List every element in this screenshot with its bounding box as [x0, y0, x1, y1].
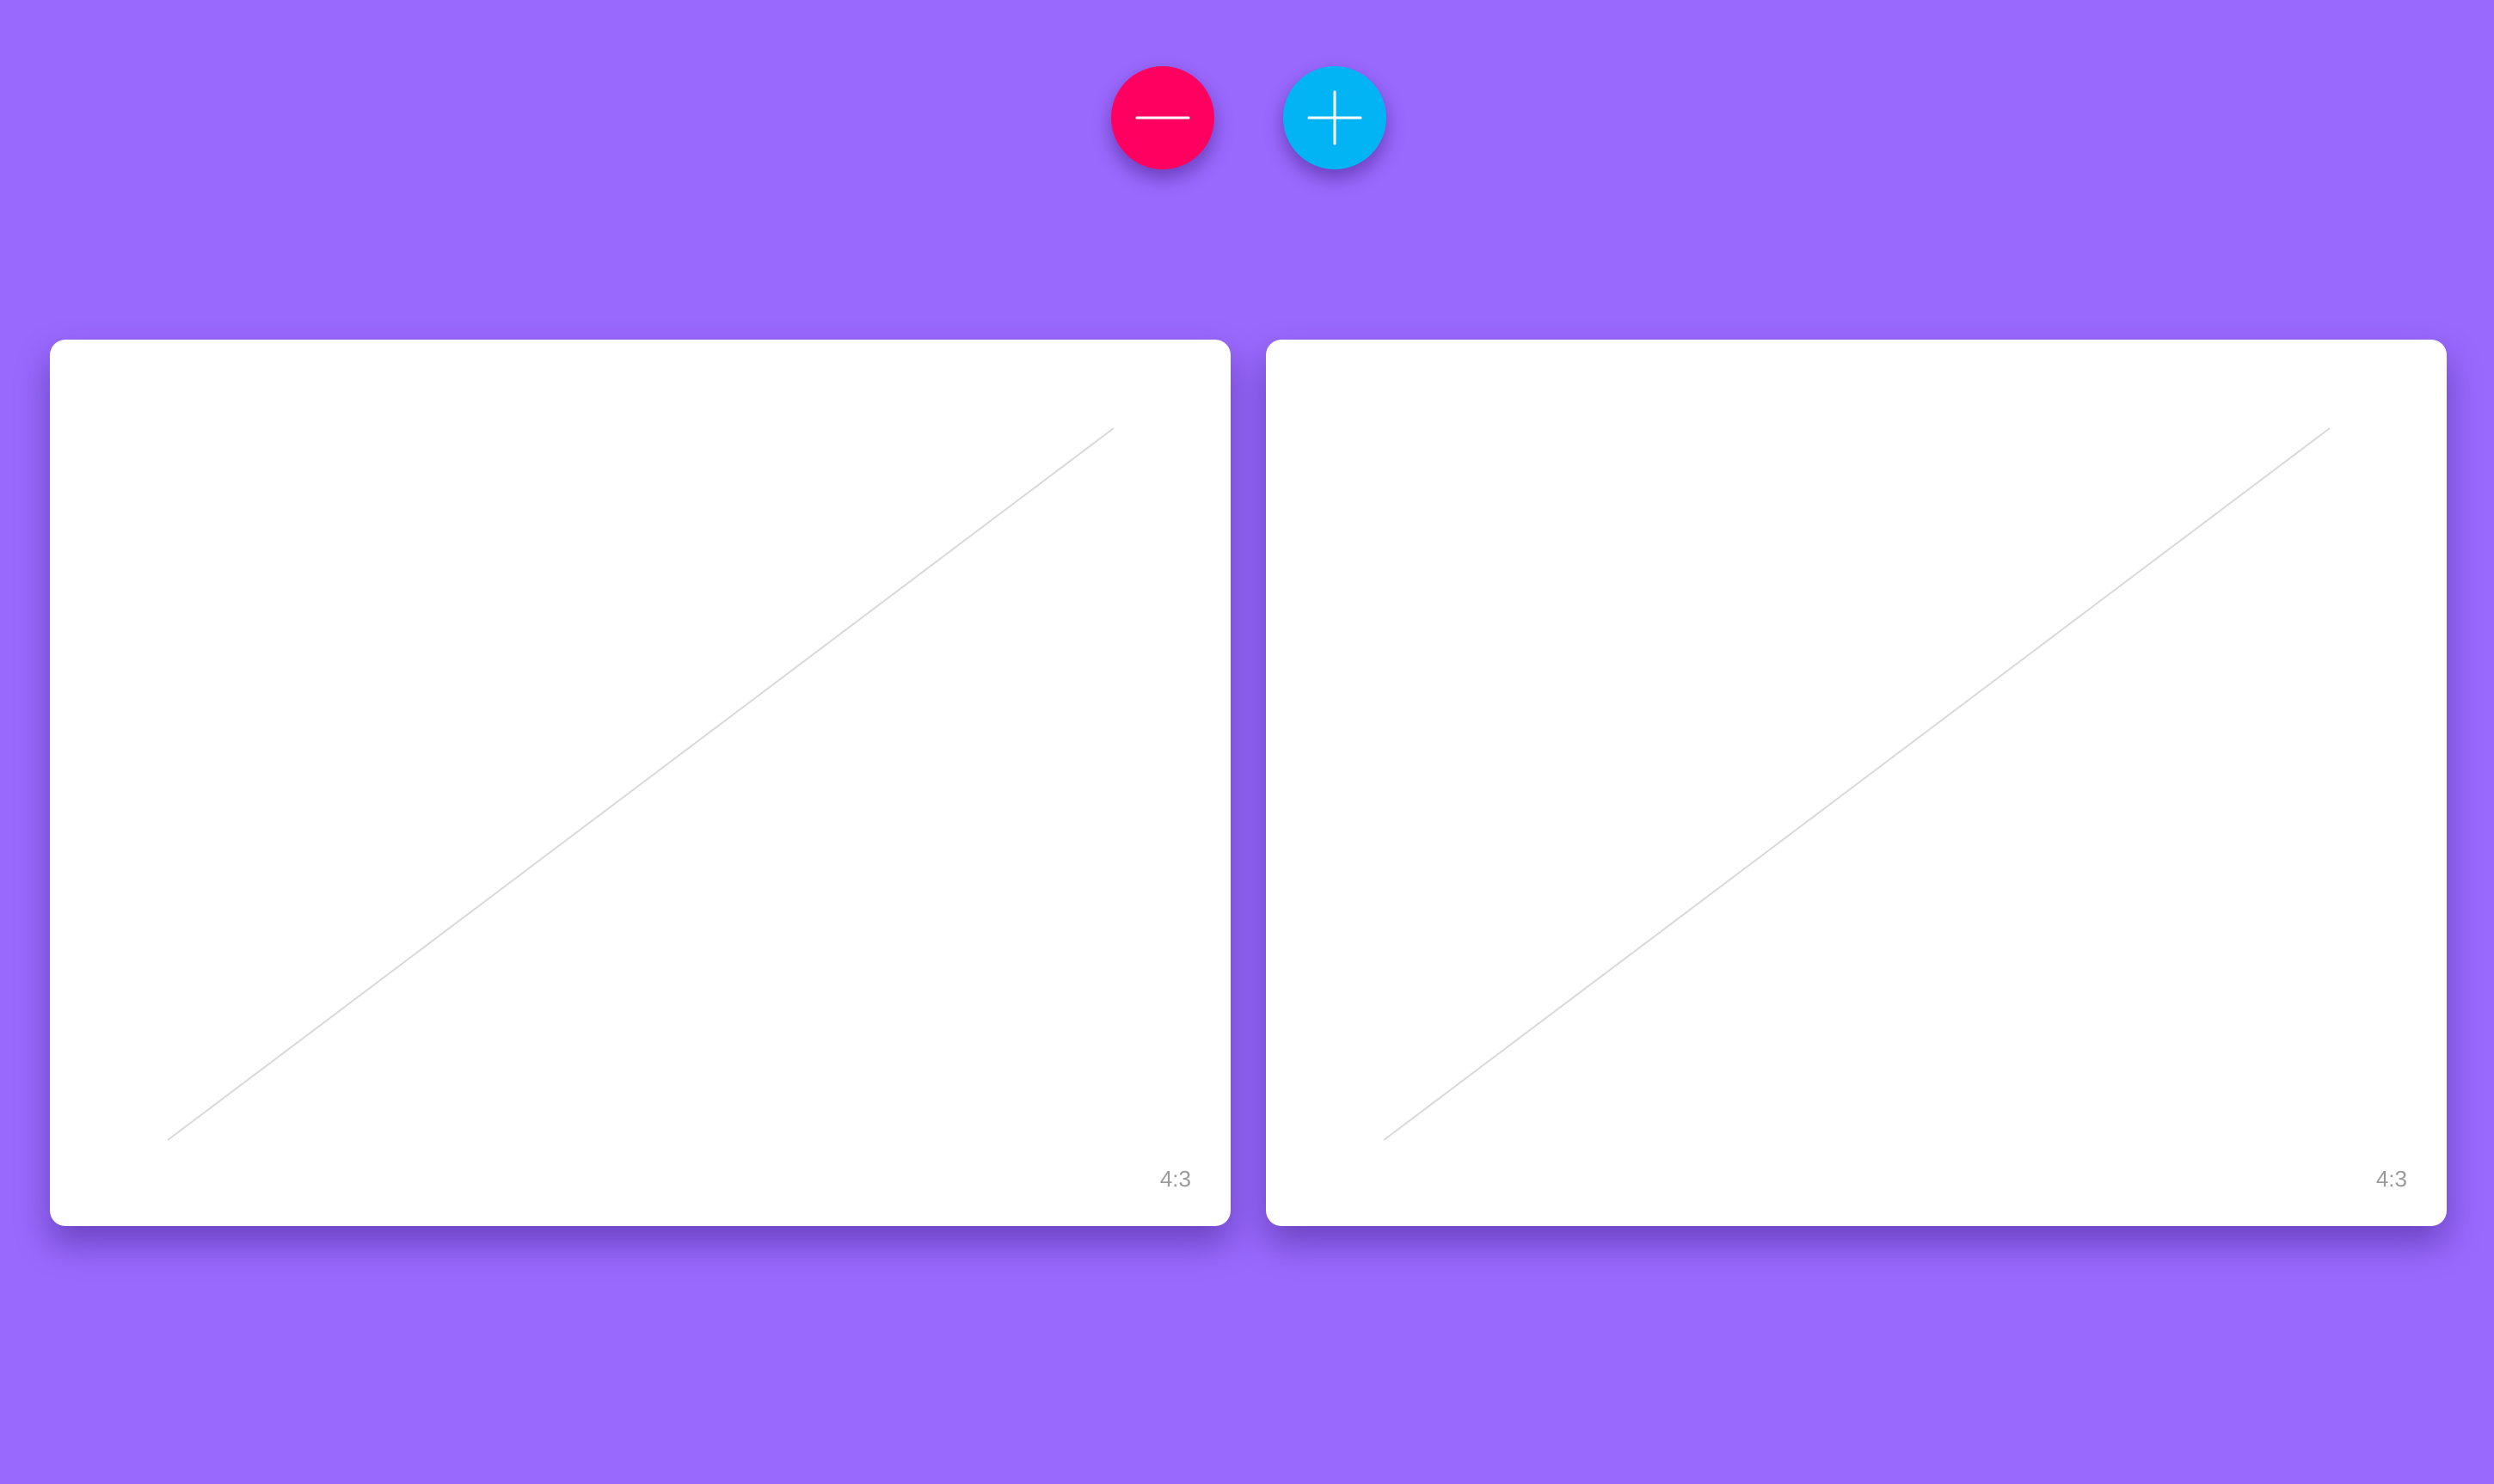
- plus-icon: [1307, 90, 1362, 145]
- image-card[interactable]: 4:3: [50, 340, 1231, 1226]
- image-placeholder-icon: [167, 427, 1115, 1141]
- minus-icon: [1135, 116, 1190, 120]
- add-button[interactable]: [1283, 66, 1386, 169]
- page: 4:3 4:3: [0, 0, 2494, 1484]
- zoom-controls: [0, 0, 2494, 224]
- aspect-ratio-label: 4:3: [1159, 1166, 1191, 1192]
- aspect-ratio-label: 4:3: [2375, 1166, 2407, 1192]
- image-placeholder-icon: [1383, 427, 2331, 1141]
- image-card[interactable]: 4:3: [1266, 340, 2447, 1226]
- remove-button[interactable]: [1111, 66, 1214, 169]
